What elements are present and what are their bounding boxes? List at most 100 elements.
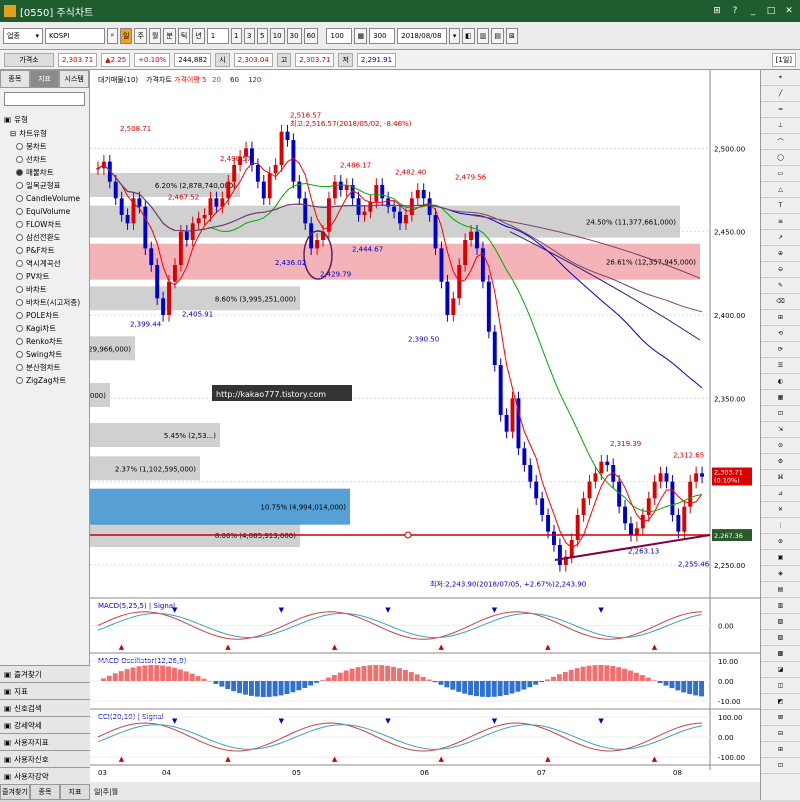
drawing-tool-icon[interactable]: ⌫ <box>761 294 800 310</box>
radio-icon[interactable] <box>16 182 23 189</box>
drawing-tool-icon[interactable]: ⟳ <box>761 342 800 358</box>
drawing-tool-icon[interactable]: ◐ <box>761 374 800 390</box>
chart-type-item[interactable]: Kagi차트 <box>4 322 85 335</box>
drawing-tool-icon[interactable]: ◯ <box>761 150 800 166</box>
drawing-tool-icon[interactable]: ═ <box>761 102 800 118</box>
drawing-tool-icon[interactable]: ▭ <box>761 166 800 182</box>
help-icon[interactable]: ? <box>728 4 742 18</box>
section-header[interactable]: ▣사용자강약 <box>0 767 90 784</box>
symbol-input[interactable]: KOSPI <box>45 28 105 44</box>
chart-type-item[interactable]: 바차트(시고저종) <box>4 296 85 309</box>
radio-icon[interactable] <box>16 143 23 150</box>
chart-type-item[interactable]: 선차트 <box>4 153 85 166</box>
chart-type-item[interactable]: PV차트 <box>4 270 85 283</box>
period-week[interactable]: 주 <box>134 28 146 44</box>
drawing-tool-icon[interactable]: ▨ <box>761 630 800 646</box>
drawing-tool-icon[interactable]: ⊞ <box>761 742 800 758</box>
min-5[interactable]: 5 <box>257 28 268 44</box>
chart-type-item[interactable]: CandleVolume <box>4 192 85 205</box>
drawing-tool-icon[interactable]: ≡ <box>761 214 800 230</box>
drawing-tool-icon[interactable]: ▣ <box>761 550 800 566</box>
drawing-tool-icon[interactable]: ⊟ <box>761 726 800 742</box>
drawing-tool-icon[interactable]: ⊛ <box>761 534 800 550</box>
close-icon[interactable]: ✕ <box>782 4 796 18</box>
drawing-tool-icon[interactable]: ⌖ <box>761 70 800 86</box>
interval-input[interactable]: 1 <box>207 28 229 44</box>
radio-icon[interactable] <box>16 260 23 267</box>
radio-icon[interactable] <box>16 377 23 384</box>
radio-icon[interactable] <box>16 195 23 202</box>
count2-input[interactable]: 300 <box>369 28 395 44</box>
tool-icon-2[interactable]: ▥ <box>477 28 490 44</box>
radio-icon[interactable] <box>16 312 23 319</box>
drawing-tool-icon[interactable]: ⌘ <box>761 470 800 486</box>
mode-select[interactable]: 업종▾ <box>3 28 43 44</box>
drawing-tool-icon[interactable]: ⊕ <box>761 246 800 262</box>
drawing-tool-icon[interactable]: ⟲ <box>761 326 800 342</box>
radio-icon[interactable] <box>16 338 23 345</box>
drawing-tool-icon[interactable]: T <box>761 198 800 214</box>
chart-type-item[interactable]: Swing차트 <box>4 348 85 361</box>
drawing-tool-icon[interactable]: ☰ <box>761 358 800 374</box>
chart-area[interactable]: 대기매물(10)가격차트가격이평 520601202,250.002,300.0… <box>90 70 760 800</box>
radio-icon[interactable] <box>16 247 23 254</box>
period-month[interactable]: 월 <box>149 28 161 44</box>
chart-type-item[interactable]: 분산형차트 <box>4 361 85 374</box>
scroll-area[interactable] <box>90 782 760 800</box>
drawing-tool-icon[interactable]: ▩ <box>761 646 800 662</box>
count-input[interactable]: 100 <box>326 28 352 44</box>
chart-type-item[interactable]: 봉차트 <box>4 140 85 153</box>
chart-type-item[interactable]: EquiVolume <box>4 205 85 218</box>
tree-group-type[interactable]: ▣유형 <box>4 112 85 126</box>
drawing-tool-icon[interactable]: ⊘ <box>761 438 800 454</box>
tool-icon-4[interactable]: ⊠ <box>506 28 518 44</box>
chart-type-item[interactable]: POLE차트 <box>4 309 85 322</box>
drawing-tool-icon[interactable]: ⋮ <box>761 518 800 534</box>
maximize-icon[interactable]: □ <box>764 4 778 18</box>
drawing-tool-icon[interactable]: ↗ <box>761 230 800 246</box>
section-header[interactable]: ▣지표 <box>0 682 90 699</box>
chart-type-item[interactable]: 매물차트 <box>4 166 85 179</box>
drawing-tool-icon[interactable]: ◪ <box>761 662 800 678</box>
min-30[interactable]: 30 <box>287 28 302 44</box>
tab-stock[interactable]: 종목 <box>0 70 30 88</box>
radio-icon[interactable] <box>16 221 23 228</box>
radio-icon[interactable] <box>16 286 23 293</box>
grid-icon[interactable]: ▦ <box>354 28 367 44</box>
page-indicator[interactable]: [1일] <box>772 53 796 67</box>
drawing-tool-icon[interactable]: ◩ <box>761 694 800 710</box>
min-60[interactable]: 60 <box>304 28 319 44</box>
drawing-tool-icon[interactable]: ⊠ <box>761 710 800 726</box>
tool-icon-3[interactable]: ▤ <box>491 28 504 44</box>
tab-system[interactable]: 시스템 <box>59 70 89 88</box>
drawing-tool-icon[interactable]: ▦ <box>761 390 800 406</box>
min-10[interactable]: 10 <box>270 28 285 44</box>
drawing-tool-icon[interactable]: ⇲ <box>761 422 800 438</box>
chart-type-item[interactable]: 일목균형표 <box>4 179 85 192</box>
chart-type-item[interactable]: FLOW차트 <box>4 218 85 231</box>
period-day[interactable]: 일 <box>120 28 132 44</box>
radio-icon[interactable] <box>16 156 23 163</box>
period-year[interactable]: 년 <box>192 28 204 44</box>
link-icon[interactable]: ⊞ <box>710 4 724 18</box>
drawing-tool-icon[interactable]: ✕ <box>761 502 800 518</box>
chart-svg[interactable]: 대기매물(10)가격차트가격이평 520601202,250.002,300.0… <box>90 70 760 800</box>
chart-type-item[interactable]: 역시계곡선 <box>4 257 85 270</box>
drawing-tool-icon[interactable]: ⊞ <box>761 310 800 326</box>
radio-icon[interactable] <box>16 299 23 306</box>
drawing-tool-icon[interactable]: ⊡ <box>761 758 800 774</box>
calendar-icon[interactable]: ▾ <box>449 28 460 44</box>
drawing-tool-icon[interactable]: ▧ <box>761 614 800 630</box>
drawing-tool-icon[interactable]: ⊿ <box>761 486 800 502</box>
chart-type-item[interactable]: 바차트 <box>4 283 85 296</box>
chart-type-item[interactable]: Renko차트 <box>4 335 85 348</box>
section-header[interactable]: ▣사용자신호 <box>0 750 90 767</box>
period-tick[interactable]: 틱 <box>178 28 190 44</box>
drawing-tool-icon[interactable]: ✎ <box>761 278 800 294</box>
drawing-tool-icon[interactable]: ⌒ <box>761 134 800 150</box>
drawing-tool-icon[interactable]: △ <box>761 182 800 198</box>
radio-icon[interactable] <box>16 169 23 176</box>
chart-type-item[interactable]: ZigZag차트 <box>4 374 85 387</box>
drawing-tool-icon[interactable]: ▥ <box>761 598 800 614</box>
section-header[interactable]: ▣즐겨찾기 <box>0 665 90 682</box>
